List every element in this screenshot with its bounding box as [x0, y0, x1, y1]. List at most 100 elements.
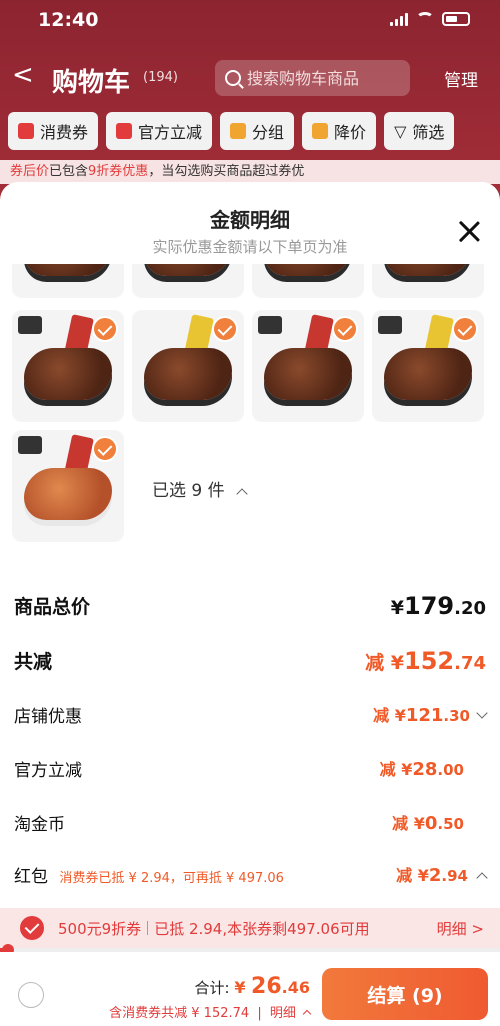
filter-official-reduce[interactable]: 官方立减 [106, 112, 213, 150]
cart-count: (194) [143, 70, 178, 85]
chip-label: 筛选 [412, 123, 445, 142]
battery-icon [442, 12, 470, 26]
brand-logo-icon [378, 316, 402, 334]
red-packet-note: 消费券已抵 ¥ 2.94，可再抵 ¥ 497.06 [59, 871, 284, 886]
yen-sign: ¥ [390, 652, 404, 674]
product-thumb[interactable] [252, 310, 364, 422]
manage-button[interactable]: 管理 [444, 66, 478, 91]
sheet-title: 金额明细 [210, 208, 290, 232]
chevron-down-icon [476, 707, 488, 719]
product-row-partial [12, 264, 488, 298]
yen-sign: ¥ [401, 760, 413, 779]
total-amount-dec: .46 [281, 978, 310, 997]
yen-sign: ¥ [234, 978, 252, 997]
back-icon[interactable]: < [12, 60, 34, 90]
detail-label: 淘金币 [14, 815, 65, 835]
detail-label: 店铺优惠 [14, 707, 82, 727]
select-all-radio[interactable] [18, 982, 44, 1008]
value-dec: .00 [437, 761, 464, 779]
notice-lead: 券后价 [10, 164, 50, 179]
chip-label: 降价 [334, 123, 367, 142]
status-time: 12:40 [38, 9, 99, 31]
selected-check-icon [212, 316, 238, 342]
value-int: 0 [424, 813, 438, 834]
product-thumb[interactable] [132, 264, 244, 298]
chevron-up-icon [302, 1009, 312, 1019]
product-thumb[interactable] [372, 264, 484, 298]
discount-detail-link[interactable]: 明细 [270, 1006, 296, 1021]
value-dec: .20 [454, 598, 486, 619]
reduce-prefix: 减 [373, 706, 395, 725]
detail-label: 共减 [14, 651, 53, 673]
value-int: 121 [405, 705, 444, 726]
reduce-prefix: 减 [379, 760, 402, 779]
value-int: 2 [428, 865, 442, 886]
down-arrow-icon [312, 123, 329, 139]
product-thumb[interactable] [12, 310, 124, 422]
chip-label: 分组 [252, 123, 285, 142]
selected-count-toggle[interactable]: 已选 9 件 [152, 476, 248, 501]
search-input[interactable] [247, 68, 397, 88]
filter-screen[interactable]: ▽ 筛选 [384, 112, 455, 150]
total-amount: 26 [251, 974, 282, 999]
brand-logo-icon [258, 316, 282, 334]
total-line: 合计: ¥ 26.46 [195, 974, 311, 999]
search-icon [225, 70, 241, 86]
filter-chips: 消费券 官方立减 分组 降价 ▽ 筛选 [0, 112, 500, 156]
value-dec: .74 [454, 653, 486, 674]
filter-icon: ▽ [394, 121, 407, 141]
discount-summary-text: 含消费券共减 ¥ 152.74 [109, 1006, 250, 1021]
detail-label: 红包 [14, 867, 48, 887]
detail-value: 减 ¥28.00 [380, 756, 464, 780]
yen-sign: ¥ [390, 597, 404, 619]
reduce-prefix: 减 [396, 866, 418, 885]
detail-label: 商品总价 [14, 596, 91, 618]
signal-icon [390, 12, 408, 26]
chevron-up-icon [236, 488, 248, 500]
value-int: 28 [412, 759, 438, 780]
filter-coupon[interactable]: 消费券 [8, 112, 99, 150]
coupon-detail-link[interactable]: 明细 > [437, 918, 484, 939]
yen-sign: ¥ [413, 814, 425, 833]
reduce-prefix: 减 [365, 652, 391, 674]
lightning-icon [116, 123, 133, 139]
product-thumb[interactable] [132, 310, 244, 422]
coupon-notice-strip: 券后价已包含9折券优惠，当勾选购买商品超过券优 [0, 160, 500, 184]
page-title: 购物车 [52, 68, 131, 98]
close-icon[interactable] [458, 220, 480, 242]
selected-check-icon [452, 316, 478, 342]
product-thumb[interactable] [372, 310, 484, 422]
filter-group[interactable]: 分组 [220, 112, 295, 150]
product-thumb[interactable] [12, 430, 124, 542]
value-dec: .94 [441, 867, 468, 885]
selected-check-icon [92, 436, 118, 462]
detail-value: 减 ¥0.50 [392, 810, 464, 834]
folder-icon [230, 123, 247, 139]
status-icons [390, 12, 470, 26]
coupon-bar[interactable]: 500元9折券 已抵 2.94,本张券剩497.06可用 明细 > [0, 908, 500, 948]
value-dec: .50 [437, 815, 464, 833]
discount-summary[interactable]: 含消费券共减 ¥ 152.74 | 明细 [109, 1002, 312, 1021]
coupon-name: 500元9折券 [58, 919, 142, 938]
notice-text: 已包含 [49, 164, 89, 179]
filter-price-drop[interactable]: 降价 [302, 112, 377, 150]
selected-products-grid [12, 264, 488, 544]
product-thumb[interactable] [12, 264, 124, 298]
value-int: 152 [404, 647, 455, 675]
coupon-selected-icon[interactable] [20, 916, 44, 940]
checkout-footer: 合计: ¥ 26.46 含消费券共减 ¥ 152.74 | 明细 结算 (9) [0, 952, 500, 1026]
notice-highlight: 9折券优惠 [88, 164, 149, 179]
detail-value: 减 ¥2.94 [396, 862, 488, 886]
detail-value: 减 ¥152.74 [365, 647, 486, 675]
checkout-button[interactable]: 结算 (9) [322, 968, 488, 1020]
product-thumb[interactable] [252, 264, 364, 298]
notice-rest: ，当勾选购买商品超过券优 [148, 164, 305, 179]
detail-label: 官方立减 [14, 761, 82, 781]
amount-detail-sheet: 金额明细 实际优惠金额请以下单页为准 已选 9 件 商品总价 ¥179.20 共… [0, 182, 500, 1026]
yen-sign: ¥ [417, 866, 429, 885]
coupon-status: 已抵 2.94,本张券剩497.06可用 [154, 919, 370, 938]
search-box[interactable] [215, 60, 410, 96]
chip-label: 消费券 [40, 123, 89, 142]
sheet-subtitle: 实际优惠金额请以下单页为准 [152, 238, 348, 256]
total-label: 合计: [194, 979, 235, 997]
